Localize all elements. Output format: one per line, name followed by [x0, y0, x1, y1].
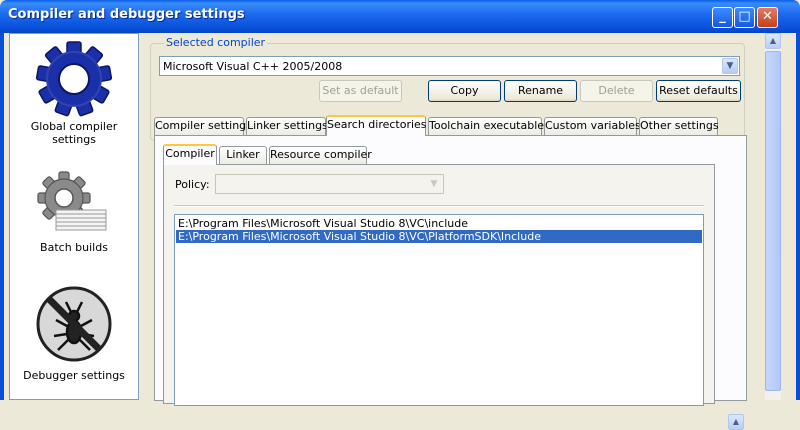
close-button[interactable]: ✕ — [757, 7, 778, 28]
policy-label: Policy: — [175, 178, 210, 191]
maximize-button[interactable]: □ — [734, 7, 755, 28]
list-item[interactable]: E:\Program Files\Microsoft Visual Studio… — [176, 217, 702, 230]
scroll-thumb[interactable] — [765, 51, 781, 391]
vertical-scrollbar[interactable]: ▲ — [764, 33, 781, 400]
window-frame-right — [796, 33, 800, 400]
directory-list[interactable]: E:\Program Files\Microsoft Visual Studio… — [174, 214, 704, 406]
gear-stack-icon — [37, 171, 107, 231]
set-as-default-button[interactable]: Set as default — [319, 80, 402, 102]
list-item[interactable]: E:\Program Files\Microsoft Visual Studio… — [176, 230, 702, 243]
group-legend: Selected compiler — [164, 36, 268, 49]
sidebar-item-debugger[interactable]: Debugger settings — [10, 282, 138, 382]
compiler-directories-page: Policy: ▼ E:\Program Files\Microsoft Vis… — [163, 164, 715, 406]
move-up-button[interactable]: ▲ — [728, 414, 744, 430]
sidebar-item-label: Debugger settings — [23, 369, 125, 382]
minimize-button[interactable]: _ — [712, 7, 733, 28]
sidebar-item-batch-builds[interactable]: Batch builds — [10, 170, 138, 254]
sidebar-item-label: Batch builds — [40, 241, 108, 254]
window-frame-left — [0, 33, 4, 400]
divider — [174, 205, 704, 207]
chevron-down-icon[interactable]: ▼ — [426, 176, 442, 192]
window-title: Compiler and debugger settings — [8, 7, 245, 22]
reset-defaults-button[interactable]: Reset defaults — [656, 80, 741, 102]
settings-category-list: Global compiler settings Batch builds De… — [9, 33, 139, 400]
main-tabs: Compiler settings Linker settings Search… — [154, 115, 744, 136]
tab-search-directories[interactable]: Search directories — [326, 115, 427, 136]
compiler-select[interactable]: Microsoft Visual C++ 2005/2008 ▼ — [159, 56, 740, 76]
compiler-select-value: Microsoft Visual C++ 2005/2008 — [163, 60, 343, 73]
tab-other-settings[interactable]: Other settings — [639, 117, 719, 135]
rename-button[interactable]: Rename — [504, 80, 577, 102]
settings-content: Selected compiler Microsoft Visual C++ 2… — [145, 33, 762, 430]
sidebar-item-global-compiler[interactable]: Global compiler settings — [10, 39, 138, 146]
no-bug-icon — [36, 286, 112, 362]
delete-button[interactable]: Delete — [580, 80, 653, 102]
gear-icon — [35, 41, 113, 117]
tab-linker-settings[interactable]: Linker settings — [246, 117, 328, 135]
subtab-linker[interactable]: Linker — [219, 146, 267, 164]
sidebar-item-label: Global compiler settings — [30, 120, 118, 146]
sub-tabs: Compiler Linker Resource compiler — [163, 144, 463, 165]
subtab-compiler[interactable]: Compiler — [163, 144, 217, 165]
copy-button[interactable]: Copy — [428, 80, 501, 102]
tab-custom-variables[interactable]: Custom variables — [544, 117, 641, 135]
chevron-down-icon[interactable]: ▼ — [722, 58, 738, 74]
title-bar[interactable]: Compiler and debugger settings _ □ ✕ — [0, 0, 800, 33]
search-directories-page: Compiler Linker Resource compiler Policy… — [154, 135, 747, 430]
tab-compiler-settings[interactable]: Compiler settings — [154, 117, 252, 135]
tab-toolchain-executables[interactable]: Toolchain executables — [428, 117, 550, 135]
scroll-up-button[interactable]: ▲ — [765, 33, 781, 49]
policy-select[interactable]: ▼ — [215, 174, 444, 194]
subtab-resource-compiler[interactable]: Resource compiler — [269, 146, 372, 164]
